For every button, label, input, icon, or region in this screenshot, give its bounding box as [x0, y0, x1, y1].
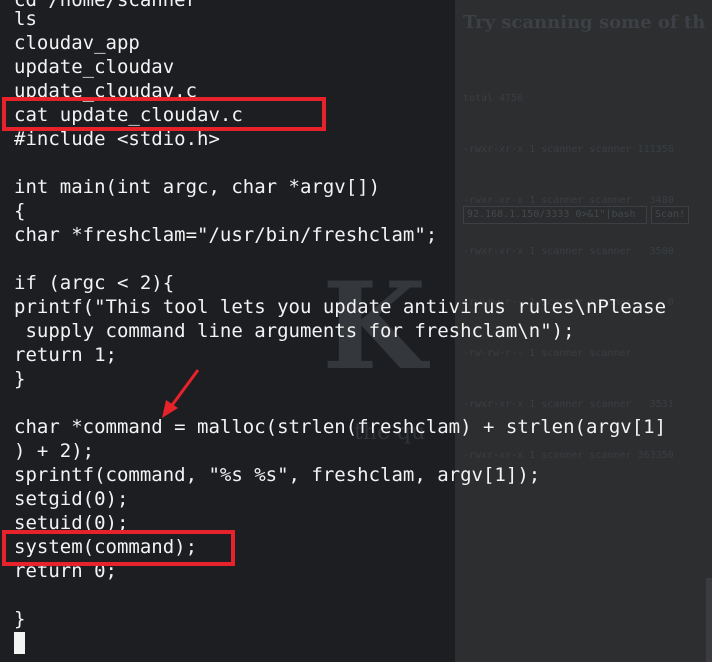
terminal-line: int main(int argc, char *argv[]): [14, 176, 381, 198]
terminal-line: update_cloudav: [14, 56, 175, 78]
terminal-line: if (argc < 2){: [14, 272, 175, 294]
highlight-box-system-call: [2, 530, 235, 566]
terminal-line: char *command = malloc(strlen(freshclam)…: [14, 416, 667, 438]
terminal-line: sprintf(command, "%s %s", freshclam, arg…: [14, 464, 541, 486]
terminal-line: return 1;: [14, 344, 117, 366]
terminal-line: }: [14, 608, 26, 630]
terminal-line: setgid(0);: [14, 488, 129, 510]
terminal-line: {: [14, 200, 26, 222]
terminal-line: char *freshclam="/usr/bin/freshclam";: [14, 224, 438, 246]
terminal-line: }: [14, 368, 26, 390]
highlight-box-cat-command: [2, 97, 326, 131]
terminal-line: ls: [14, 8, 37, 30]
terminal-line: supply command line arguments for freshc…: [14, 320, 575, 342]
terminal-line: ) + 2);: [14, 440, 95, 462]
terminal-line: cloudav_app: [14, 32, 140, 54]
arrow-annotation-icon: [162, 369, 200, 418]
terminal-line: cd /home/scanner: [14, 0, 198, 11]
terminal-line: printf("This tool lets you update antivi…: [14, 296, 667, 318]
terminal-cursor: [14, 632, 25, 654]
